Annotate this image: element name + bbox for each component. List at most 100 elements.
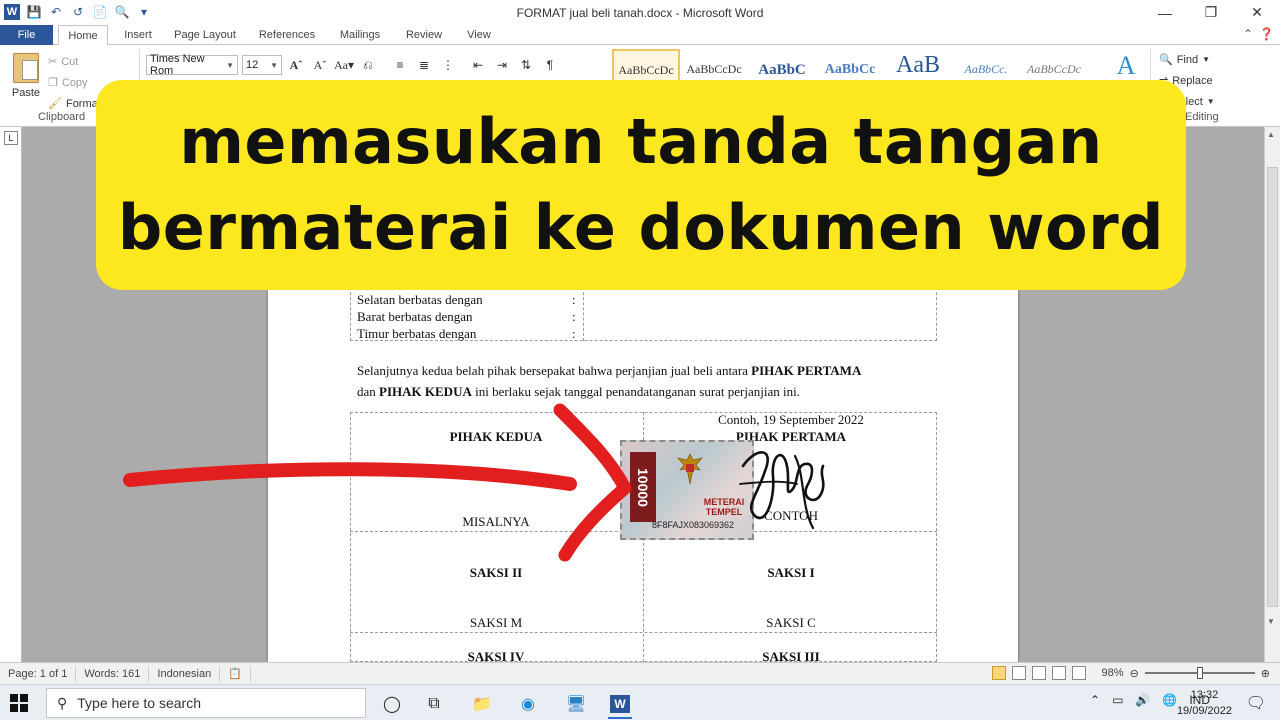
- sort-icon[interactable]: ⇅: [516, 55, 536, 75]
- signature-table-row-line: [350, 632, 937, 633]
- language-indicator[interactable]: Indonesian: [149, 665, 221, 682]
- scroll-down-icon[interactable]: ▼: [1267, 617, 1275, 626]
- font-name-select[interactable]: Times New Rom ▼: [146, 53, 238, 77]
- status-bar: Page: 1 of 1 Words: 161 Indonesian 📋 98%…: [0, 662, 1280, 684]
- vertical-scrollbar[interactable]: ▲ ▼: [1264, 127, 1280, 662]
- tab-file[interactable]: File: [0, 25, 53, 45]
- page-count[interactable]: Page: 1 of 1: [0, 665, 77, 682]
- tab-page-layout[interactable]: Page Layout: [168, 25, 242, 45]
- cut-button[interactable]: ✂ Cut: [48, 55, 78, 69]
- copy-button[interactable]: ❐ Copy: [48, 76, 88, 90]
- saksi-i-heading: SAKSI I: [767, 565, 815, 580]
- clear-formatting-icon[interactable]: ⎌: [358, 55, 378, 75]
- minimize-icon[interactable]: —: [1142, 0, 1188, 25]
- chevron-down-icon: ▼: [226, 60, 234, 70]
- saksi-m-name: SAKSI M: [469, 615, 523, 630]
- tab-view[interactable]: View: [458, 25, 500, 45]
- increase-indent-icon[interactable]: ⇥: [492, 55, 512, 75]
- chevron-up-icon[interactable]: ⌃: [1090, 693, 1100, 707]
- boundary-east-label: Timur berbatas dengan: [357, 326, 477, 341]
- zoom-out-icon[interactable]: ⊖: [1130, 667, 1139, 680]
- draft-view-button[interactable]: [1071, 666, 1086, 680]
- zoom-slider-knob[interactable]: [1196, 667, 1203, 679]
- tab-references[interactable]: References: [252, 25, 322, 45]
- clipboard-group-label: Clipboard: [38, 111, 86, 123]
- restore-icon[interactable]: ❐: [1188, 0, 1234, 25]
- print-layout-view-button[interactable]: [991, 666, 1006, 680]
- taskbar-clock[interactable]: 13:32 19/09/2022: [1177, 687, 1232, 719]
- decrease-indent-icon[interactable]: ⇤: [468, 55, 488, 75]
- task-view-icon[interactable]: ⧉: [414, 689, 454, 719]
- handwritten-signature-image: [739, 451, 825, 530]
- edge-browser-icon[interactable]: ◉: [508, 689, 548, 719]
- window-title: FORMAT jual beli tanah.docx - Microsoft …: [516, 6, 764, 20]
- paragraph-line-2: dan PIHAK KEDUA ini berlaku sejak tangga…: [357, 384, 800, 399]
- boundary-west-label: Barat berbatas dengan: [357, 309, 473, 324]
- help-icon[interactable]: ❓: [1259, 27, 1274, 41]
- font-size-select[interactable]: 12 ▼: [242, 55, 282, 75]
- windows-start-icon[interactable]: [10, 694, 28, 712]
- macro-record-icon[interactable]: 📋: [220, 665, 251, 682]
- date-line: Contoh, 19 September 2022: [718, 412, 864, 427]
- tab-mailings[interactable]: Mailings: [332, 25, 388, 45]
- tab-home[interactable]: Home: [58, 25, 108, 46]
- windows-taskbar: ⚲ Type here to search ◯ ⧉ 📁 ◉ 🖥 W ⌃ ▭ 🔊 …: [0, 684, 1280, 720]
- stamp-serial: 8F8FAJX083069362: [652, 520, 735, 530]
- word-taskbar-icon[interactable]: W: [600, 689, 640, 719]
- taskbar-search-box[interactable]: ⚲ Type here to search: [46, 688, 366, 718]
- meterai-stamp-image[interactable]: 10000 METERAI TEMPEL 8F8FAJX083069362: [620, 440, 754, 540]
- grow-font-icon[interactable]: Aˆ: [286, 55, 306, 75]
- tab-insert[interactable]: Insert: [116, 25, 160, 45]
- numbering-icon[interactable]: ≣: [414, 55, 434, 75]
- scissors-icon: ✂: [48, 56, 58, 68]
- multilevel-list-icon[interactable]: ⋮: [438, 55, 458, 75]
- speaker-icon[interactable]: 🔊: [1135, 693, 1150, 707]
- zoom-slider[interactable]: [1144, 667, 1255, 679]
- red-arrow-icon: [123, 403, 632, 562]
- tab-selector-icon[interactable]: L: [4, 131, 18, 145]
- paste-icon: [13, 53, 39, 83]
- tab-review[interactable]: Review: [398, 25, 450, 45]
- file-explorer-icon[interactable]: 📁: [462, 689, 502, 719]
- boundary-south-colon: :: [572, 292, 576, 307]
- banner-line-2: bermaterai ke dokumen word: [117, 191, 1165, 264]
- ribbon-tabs: File Home Insert Page Layout References …: [0, 25, 1280, 46]
- bullets-icon[interactable]: ≡: [390, 55, 410, 75]
- outline-view-button[interactable]: [1051, 666, 1066, 680]
- boundary-south-label: Selatan berbatas dengan: [357, 292, 483, 307]
- notification-icon[interactable]: 🗨: [1246, 693, 1266, 713]
- ribbon-collapse-icon[interactable]: ⌃: [1243, 27, 1253, 41]
- full-screen-view-button[interactable]: [1011, 666, 1026, 680]
- find-button[interactable]: 🔍 Find ▼: [1159, 53, 1210, 67]
- change-styles-button[interactable]: A: [1104, 51, 1148, 81]
- agreement-paragraph: Selanjutnya kedua belah pihak bersepakat…: [357, 360, 932, 402]
- battery-icon[interactable]: ▭: [1112, 693, 1123, 707]
- web-layout-view-button[interactable]: [1031, 666, 1046, 680]
- remote-desktop-icon[interactable]: 🖥: [556, 689, 596, 719]
- boundary-table-divider: [583, 287, 584, 341]
- font-controls: Times New Rom ▼ 12 ▼ Aˆ Aˇ Aa▾ ⎌ ≡ ≣ ⋮ ⇤ ⇥…: [146, 53, 560, 77]
- word-count[interactable]: Words: 161: [76, 665, 150, 682]
- shrink-font-icon[interactable]: Aˇ: [310, 55, 330, 75]
- boundary-west-colon: :: [572, 309, 576, 324]
- close-icon[interactable]: ✕: [1234, 0, 1280, 25]
- title-bar: W 💾 ↶ ↺ 📄 🔍 ▾ FORMAT jual beli tanah.doc…: [0, 0, 1280, 25]
- scroll-up-icon[interactable]: ▲: [1267, 130, 1275, 139]
- paste-button[interactable]: Paste: [8, 53, 44, 99]
- binoculars-icon: 🔍: [1159, 54, 1173, 66]
- editing-group-label: Editing: [1185, 111, 1219, 123]
- change-styles-icon: A: [1116, 51, 1136, 80]
- network-icon[interactable]: 🌐: [1162, 693, 1177, 707]
- change-case-icon[interactable]: Aa▾: [334, 55, 354, 75]
- zoom-level[interactable]: 98%: [1102, 667, 1124, 679]
- show-formatting-icon[interactable]: ¶: [540, 55, 560, 75]
- chevron-down-icon: ▼: [270, 60, 278, 70]
- zoom-in-icon[interactable]: ⊕: [1261, 667, 1270, 680]
- cortana-icon[interactable]: ◯: [372, 689, 412, 719]
- chevron-down-icon: ▼: [1206, 97, 1215, 106]
- scrollbar-thumb[interactable]: [1267, 167, 1278, 607]
- copy-icon: ❐: [48, 77, 58, 89]
- vertical-ruler: L: [0, 127, 22, 662]
- boundary-east-colon: :: [572, 326, 576, 341]
- saksi-c-name: SAKSI C: [766, 615, 816, 630]
